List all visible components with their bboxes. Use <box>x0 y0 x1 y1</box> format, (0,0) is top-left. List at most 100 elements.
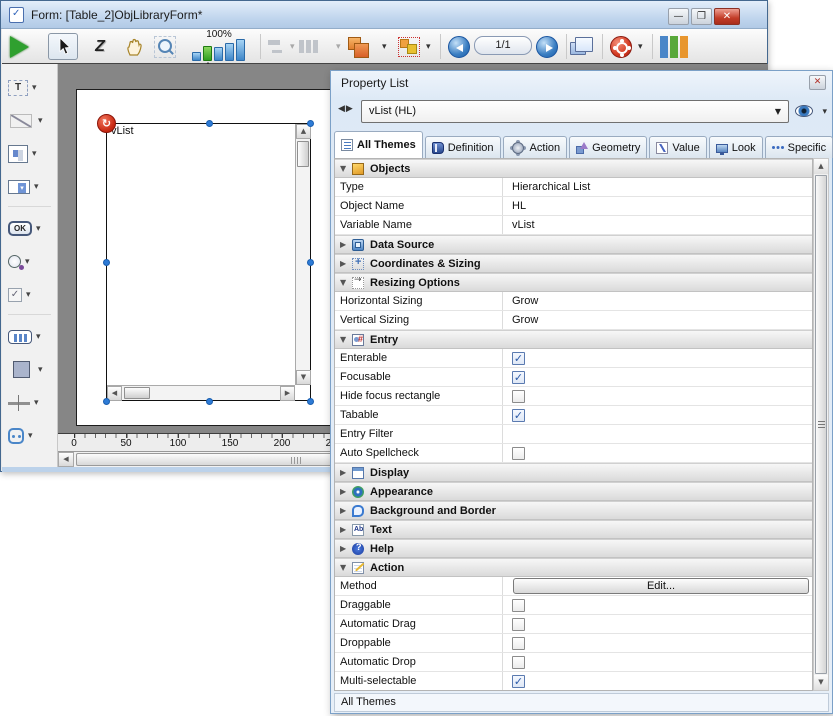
layering-dropdown-caret[interactable]: ▾ <box>382 33 387 60</box>
selection-handle-bottom-right[interactable] <box>307 398 314 405</box>
zoom-level-widget[interactable]: 100% <box>190 30 256 63</box>
panel-scroll-up-icon[interactable]: ▲ <box>814 159 828 174</box>
zoom-bars[interactable] <box>192 39 247 61</box>
hierarchical-list-object[interactable]: vList ▲ ▼ ◀ ▶ <box>106 123 311 401</box>
property-value-cell[interactable]: Grow <box>502 311 812 329</box>
align-dropdown-caret[interactable]: ▾ <box>290 33 295 60</box>
tool-dropdown-caret-icon[interactable]: ▾ <box>36 332 41 342</box>
palette-tool-listbox[interactable]: ▾ <box>8 140 57 167</box>
property-group-display[interactable]: ▶Display <box>335 463 812 482</box>
previous-page-button[interactable] <box>448 33 470 60</box>
theme-visibility-button[interactable]: ▾ <box>795 103 827 121</box>
group-button[interactable] <box>398 33 420 60</box>
tool-dropdown-caret-icon[interactable]: ▾ <box>38 365 43 375</box>
property-group-appearance[interactable]: ▶Appearance <box>335 482 812 501</box>
palette-tool-splitter[interactable]: ▾ <box>8 389 57 416</box>
property-value-cell[interactable]: Edit... <box>502 577 812 595</box>
expand-triangle-icon[interactable]: ▶ <box>340 240 352 249</box>
tab-definition[interactable]: Definition <box>425 136 501 158</box>
expand-triangle-icon[interactable]: ▶ <box>340 525 352 534</box>
checkbox-checked[interactable]: ✓ <box>512 352 525 365</box>
tab-look[interactable]: Look <box>709 136 763 158</box>
next-page-button[interactable] <box>536 33 558 60</box>
property-group-entry[interactable]: ▼Entry <box>335 330 812 349</box>
pan-tool-button[interactable] <box>120 33 148 60</box>
checkbox-checked[interactable]: ✓ <box>512 371 525 384</box>
collapse-triangle-icon[interactable]: ▼ <box>340 278 352 287</box>
selection-handle-mid-right[interactable] <box>307 259 314 266</box>
panel-scroll-down-icon[interactable]: ▼ <box>814 675 828 690</box>
tab-value[interactable]: Value <box>649 136 706 158</box>
close-button[interactable]: ✕ <box>714 8 740 25</box>
list-vertical-scrollbar[interactable]: ▲ ▼ <box>295 124 310 385</box>
expand-triangle-icon[interactable]: ▶ <box>340 468 352 477</box>
tool-dropdown-caret-icon[interactable]: ▾ <box>26 290 31 300</box>
property-value-cell[interactable] <box>502 596 812 614</box>
tool-dropdown-caret-icon[interactable]: ▾ <box>38 116 43 126</box>
minimize-button[interactable]: — <box>668 8 689 25</box>
object-method-badge-icon[interactable]: ↻ <box>97 114 116 133</box>
layering-button[interactable] <box>354 33 367 60</box>
palette-tool-button[interactable]: OK▾ <box>8 215 57 242</box>
panel-scroll-thumb[interactable] <box>815 175 827 674</box>
tool-dropdown-caret-icon[interactable]: ▾ <box>25 257 30 267</box>
zoom-bar-current[interactable] <box>203 46 212 61</box>
property-group-data-source[interactable]: ▶Data Source <box>335 235 812 254</box>
tool-dropdown-caret-icon[interactable]: ▾ <box>36 224 41 234</box>
entry-order-tool-button[interactable]: Z <box>86 33 114 60</box>
collapse-triangle-icon[interactable]: ▼ <box>340 335 352 344</box>
vertical-scroll-thumb[interactable] <box>297 141 309 167</box>
zoom-tool-button[interactable] <box>154 33 176 60</box>
property-value-cell[interactable]: ✓ <box>502 672 812 690</box>
selection-handle-top-right[interactable] <box>307 120 314 127</box>
object-nav-arrows[interactable]: ◀▶ <box>338 104 354 114</box>
properties-dropdown-caret[interactable]: ▾ <box>638 33 643 60</box>
form-pages-button[interactable] <box>574 33 586 60</box>
checkbox-unchecked[interactable] <box>512 390 525 403</box>
tool-dropdown-caret-icon[interactable]: ▾ <box>28 431 33 441</box>
zoom-bar-4[interactable] <box>225 43 234 61</box>
selection-handle-bottom-mid[interactable] <box>206 398 213 405</box>
tab-geometry[interactable]: Geometry <box>569 136 647 158</box>
form-properties-button[interactable] <box>610 33 632 60</box>
property-group-objects[interactable]: ▼Objects <box>335 159 812 178</box>
palette-tool-text[interactable]: T▾ <box>8 74 57 101</box>
canvas-scroll-left-icon[interactable]: ◀ <box>58 452 74 467</box>
tool-dropdown-caret-icon[interactable]: ▾ <box>32 149 37 159</box>
page-indicator[interactable]: 1/1 <box>474 36 532 55</box>
palette-tool-checkbox[interactable]: ✓▾ <box>8 281 57 308</box>
tool-dropdown-caret-icon[interactable]: ▾ <box>32 83 37 93</box>
collapse-triangle-icon[interactable]: ▼ <box>340 164 352 173</box>
property-group-action[interactable]: ▼Action <box>335 558 812 577</box>
object-library-button[interactable] <box>660 33 688 60</box>
property-value-cell[interactable] <box>502 425 812 443</box>
palette-tool-btngrid[interactable]: ▾ <box>8 323 57 350</box>
maximize-button[interactable]: ❐ <box>691 8 712 25</box>
checkbox-unchecked[interactable] <box>512 599 525 612</box>
list-horizontal-scrollbar[interactable]: ◀ ▶ <box>107 385 295 400</box>
property-group-background-and-border[interactable]: ▶Background and Border <box>335 501 812 520</box>
property-value-cell[interactable] <box>502 444 812 462</box>
palette-tool-line[interactable]: ▾ <box>8 107 57 134</box>
property-value-cell[interactable] <box>502 615 812 633</box>
panel-close-button[interactable]: ✕ <box>809 75 826 90</box>
expand-triangle-icon[interactable]: ▶ <box>340 259 352 268</box>
palette-tool-radio[interactable]: ▾ <box>8 248 57 275</box>
zoom-bar-1[interactable] <box>192 52 201 61</box>
property-value-cell[interactable]: HL <box>502 197 812 215</box>
property-group-help[interactable]: ▶Help <box>335 539 812 558</box>
selection-handle-mid-left[interactable] <box>103 259 110 266</box>
panel-scrollbar[interactable]: ▲ ▼ <box>813 158 829 691</box>
expand-triangle-icon[interactable]: ▶ <box>340 544 352 553</box>
expand-triangle-icon[interactable]: ▶ <box>340 487 352 496</box>
property-group-resizing-options[interactable]: ▼Resizing Options <box>335 273 812 292</box>
checkbox-checked[interactable]: ✓ <box>512 409 525 422</box>
tab-action-tab[interactable]: Action <box>503 136 568 158</box>
property-value-cell[interactable] <box>502 387 812 405</box>
scroll-down-icon[interactable]: ▼ <box>296 370 311 385</box>
pointer-tool-button[interactable] <box>48 33 78 60</box>
edit-method-button[interactable]: Edit... <box>513 578 809 594</box>
property-value-cell[interactable]: Hierarchical List <box>502 178 812 196</box>
palette-tool-rectangle[interactable]: ▾ <box>8 356 57 383</box>
palette-tool-combobox[interactable]: I▾ <box>8 173 57 200</box>
